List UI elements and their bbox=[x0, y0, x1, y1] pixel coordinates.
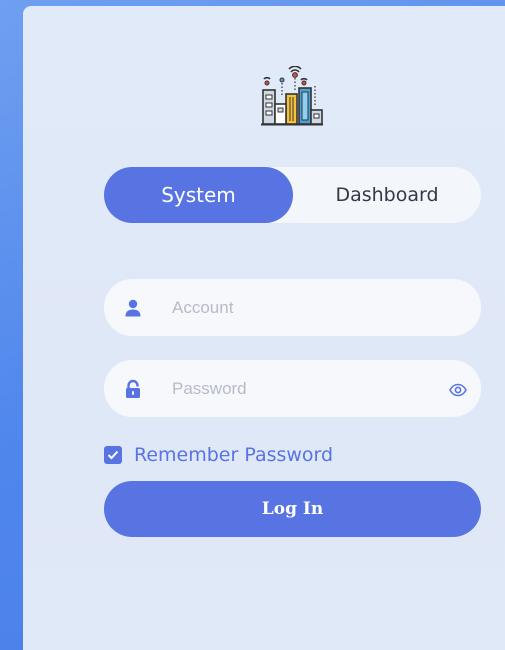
city-buildings-icon bbox=[260, 65, 324, 128]
login-card: System Dashboard Account Remember Passwo… bbox=[23, 6, 505, 650]
login-mode-tabs: System Dashboard bbox=[104, 167, 481, 223]
remember-password-checkbox[interactable]: Remember Password bbox=[104, 443, 333, 467]
tab-dashboard[interactable]: Dashboard bbox=[293, 167, 481, 223]
account-field bbox=[104, 279, 481, 336]
lock-icon bbox=[123, 379, 143, 399]
remember-password-label: Remember Password bbox=[134, 444, 334, 466]
eye-icon[interactable] bbox=[449, 382, 467, 397]
password-input[interactable] bbox=[172, 360, 432, 417]
password-field bbox=[104, 360, 481, 417]
account-input[interactable] bbox=[172, 279, 432, 336]
checkbox-checked-icon[interactable] bbox=[104, 446, 122, 464]
user-icon bbox=[123, 298, 143, 318]
login-button[interactable]: Log In bbox=[104, 481, 481, 537]
tab-system[interactable]: System bbox=[104, 167, 293, 223]
